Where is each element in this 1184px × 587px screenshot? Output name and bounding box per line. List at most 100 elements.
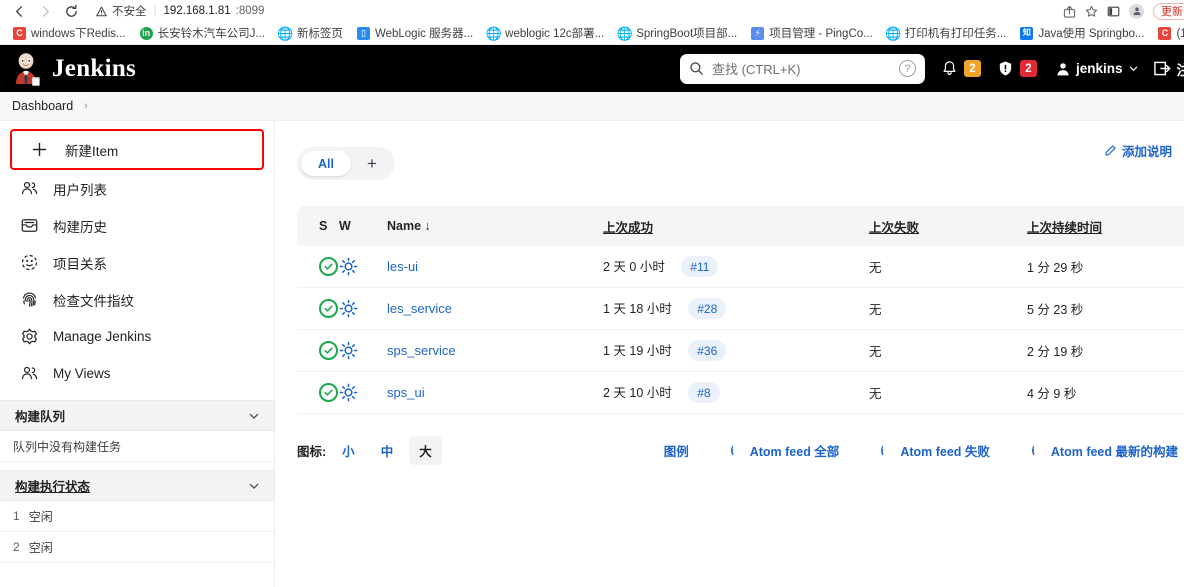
globe-icon: 🌐	[485, 25, 502, 41]
atom-feed-all-link[interactable]: Atom feed 全部	[730, 441, 840, 460]
linkedin-icon: in	[139, 26, 153, 40]
zhihu-icon: 知	[1020, 26, 1034, 40]
back-icon[interactable]	[6, 1, 32, 21]
build-number-link[interactable]: #11	[681, 256, 719, 278]
table-row[interactable]: les-ui 2 天 0 小时 #11 无 1 分 29 秒	[297, 246, 1184, 288]
bookmark-item[interactable]: ▯ WebLogic 服务器...	[350, 23, 480, 43]
row-name[interactable]: les_service	[387, 300, 603, 318]
update-button[interactable]: 更新	[1153, 2, 1184, 20]
add-view-button[interactable]: +	[353, 154, 391, 174]
share-icon[interactable]	[1063, 5, 1076, 18]
column-header-last-success[interactable]: 上次成功	[603, 217, 869, 236]
bookmark-item[interactable]: 🌐 打印机有打印任务...	[880, 23, 1014, 43]
job-link: sps_ui	[387, 384, 425, 400]
build-queue-header[interactable]: 构建队列	[0, 400, 274, 431]
add-description-label: 添加说明	[1121, 145, 1172, 159]
atom-feed-failed-link[interactable]: Atom feed 失败	[881, 441, 990, 460]
executor-row[interactable]: 2 空闲	[0, 532, 274, 563]
notifications-button[interactable]: 2	[941, 60, 981, 77]
new-item-button[interactable]: 新建Item	[10, 129, 264, 170]
atom-feed-failed-label: Atom feed 失败	[900, 445, 990, 459]
bookmark-item[interactable]: Cwindows下Redis...	[6, 23, 133, 43]
new-item-highlight: 新建Item	[0, 129, 274, 170]
url-port: :8099	[235, 5, 265, 17]
bookmark-item[interactable]: 🌐 新标签页	[272, 23, 350, 43]
column-header-last-failure[interactable]: 上次失败	[869, 217, 1027, 236]
header-actions: 查找 (CTRL+K) ? 2 2 jenkins 注	[679, 45, 1184, 92]
row-name[interactable]: sps_service	[387, 342, 603, 360]
jenkins-brand[interactable]: Jenkins	[12, 52, 136, 86]
arrow-down-icon: ↓	[424, 219, 431, 233]
column-header-name[interactable]: Name ↓	[387, 219, 603, 233]
sidebar-item-label: My Views	[53, 366, 111, 381]
sidebar-item-build-history[interactable]: 构建历史	[0, 207, 274, 244]
person-icon	[1055, 61, 1071, 77]
build-number-link[interactable]: #28	[688, 298, 727, 320]
executor-row[interactable]: 1 空闲	[0, 501, 274, 532]
chevron-down-icon	[248, 410, 260, 422]
column-header-weather[interactable]: W	[339, 219, 387, 233]
tab-all[interactable]: All	[301, 151, 351, 176]
table-row[interactable]: sps_ui 2 天 10 小时 #8 无 4 分 9 秒	[297, 372, 1184, 414]
row-name[interactable]: sps_ui	[387, 384, 603, 402]
sidebar-item-project-relationship[interactable]: 项目关系	[0, 244, 274, 281]
bookmark-label: windows下Redis...	[31, 28, 126, 40]
bookmark-label: 项目管理 - PingCo...	[769, 28, 873, 40]
sidebar-item-users[interactable]: 用户列表	[0, 170, 274, 207]
row-last-failure: 无	[869, 261, 882, 275]
bookmark-item[interactable]: in 长安铃木汽车公司J...	[133, 23, 272, 43]
build-executor-header[interactable]: 构建执行状态	[0, 470, 274, 501]
breadcrumb-dashboard[interactable]: Dashboard	[12, 99, 73, 113]
bookmark-label: 长安铃木汽车公司J...	[157, 28, 265, 40]
build-queue-title: 构建队列	[15, 410, 66, 424]
bookmark-item[interactable]: 知 Java使用 Springbo...	[1013, 23, 1151, 43]
sunny-icon	[339, 299, 387, 318]
help-circle-icon[interactable]: ?	[898, 60, 916, 77]
column-header-name-label: Name	[387, 219, 422, 233]
bookmark-item[interactable]: 🌐 SpringBoot项目部...	[611, 23, 744, 43]
profile-avatar-icon[interactable]	[1129, 3, 1144, 19]
address-bar[interactable]: 不安全 | 192.168.1.81:8099	[88, 1, 1063, 21]
search-input[interactable]: 查找 (CTRL+K) ?	[679, 53, 925, 84]
bookmark-label: weblogic 12c部署...	[505, 28, 605, 40]
bell-icon	[941, 60, 958, 77]
legend-link[interactable]: 图例	[664, 441, 689, 460]
sidebar-item-manage-jenkins[interactable]: Manage Jenkins	[0, 318, 274, 355]
bookmark-item[interactable]: C (17条消息) webso...	[1151, 23, 1184, 43]
icon-size-large[interactable]: 大	[409, 436, 442, 465]
star-icon[interactable]	[1085, 5, 1098, 18]
url-host: 192.168.1.81	[163, 5, 231, 17]
sidebar: 新建Item 用户列表 构建历史 项目关系 检查文件指纹 Manage Jenk…	[0, 121, 275, 587]
success-check-icon	[319, 383, 338, 402]
icon-size-medium[interactable]: 中	[371, 436, 404, 465]
row-name[interactable]: les-ui	[387, 258, 603, 276]
table-row[interactable]: les_service 1 天 18 小时 #28 无 5 分 23 秒	[297, 288, 1184, 330]
security-alerts-button[interactable]: 2	[997, 60, 1037, 77]
build-number-link[interactable]: #36	[688, 340, 727, 362]
sidebar-item-fingerprint[interactable]: 检查文件指纹	[0, 281, 274, 318]
build-number-link[interactable]: #8	[688, 382, 720, 404]
security-count-badge: 2	[1019, 60, 1037, 77]
jobs-table: S W Name ↓ 上次成功 上次失败 上次持续时间 les-ui 2 天 0…	[297, 206, 1184, 414]
row-last-success: 2 天 10 小时 #8	[603, 382, 869, 404]
column-header-last-duration[interactable]: 上次持续时间	[1027, 217, 1184, 236]
bookmark-item[interactable]: 🌐 weblogic 12c部署...	[480, 23, 611, 43]
row-last-success: 2 天 0 小时 #11	[603, 256, 869, 278]
atom-feed-latest-link[interactable]: Atom feed 最新的构建	[1032, 441, 1178, 460]
logout-button[interactable]: 注	[1153, 59, 1184, 79]
forward-icon[interactable]	[32, 1, 58, 21]
executor-number: 1	[13, 509, 20, 523]
reload-icon[interactable]	[58, 1, 84, 21]
column-header-status[interactable]: S	[297, 219, 339, 233]
pingcode-icon: ⚡	[751, 26, 765, 40]
project-relationship-icon	[19, 253, 39, 273]
side-panel-icon[interactable]	[1107, 5, 1120, 18]
table-row[interactable]: sps_service 1 天 19 小时 #36 无 2 分 19 秒	[297, 330, 1184, 372]
sidebar-item-my-views[interactable]: My Views	[0, 355, 274, 392]
row-weather	[339, 257, 387, 276]
bookmark-item[interactable]: ⚡ 项目管理 - PingCo...	[744, 23, 880, 43]
atom-feed-all-label: Atom feed 全部	[749, 445, 840, 459]
icon-size-small[interactable]: 小	[332, 436, 365, 465]
add-description-link[interactable]: 添加说明	[1104, 141, 1172, 160]
user-menu[interactable]: jenkins	[1055, 61, 1139, 77]
